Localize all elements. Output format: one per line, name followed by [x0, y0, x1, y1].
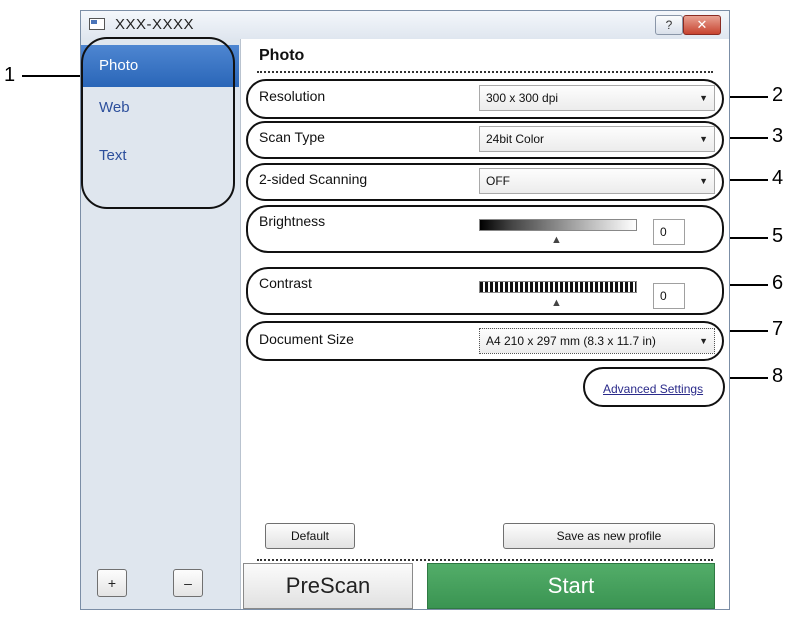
callout-highlight-1 [81, 37, 235, 209]
brightness-input[interactable]: 0 [653, 219, 685, 245]
callout-2: 2 [772, 84, 784, 106]
title-bar[interactable]: XXX-XXXX ? ✕ [81, 11, 729, 40]
contrast-input[interactable]: 0 [653, 283, 685, 309]
remove-profile-button[interactable]: – [173, 569, 203, 597]
chevron-down-icon: ▼ [699, 134, 708, 144]
chevron-down-icon: ▼ [699, 93, 708, 103]
close-icon: ✕ [696, 17, 708, 32]
callout-7: 7 [772, 318, 784, 340]
callout-3: 3 [772, 125, 784, 147]
settings-panel: Photo Resolution 300 x 300 dpi ▼ Scan Ty… [241, 39, 729, 609]
callout-line-1 [22, 75, 84, 77]
contrast-slider[interactable] [479, 281, 637, 293]
bottom-divider [257, 559, 713, 561]
add-profile-button[interactable]: + [97, 569, 127, 597]
chevron-down-icon: ▼ [699, 336, 708, 346]
callout-1: 1 [4, 64, 16, 86]
chevron-down-icon: ▼ [699, 176, 708, 186]
callout-6: 6 [772, 272, 784, 294]
help-button[interactable]: ? [655, 15, 683, 35]
brightness-label: Brightness [259, 213, 326, 229]
document-size-select[interactable]: A4 210 x 297 mm (8.3 x 11.7 in) ▼ [479, 328, 715, 354]
callout-8: 8 [772, 365, 784, 387]
resolution-value: 300 x 300 dpi [486, 91, 559, 105]
close-button[interactable]: ✕ [683, 15, 721, 35]
title-divider [257, 71, 713, 73]
two-sided-label: 2-sided Scanning [259, 171, 368, 187]
brightness-slider[interactable] [479, 219, 637, 231]
document-size-value: A4 210 x 297 mm (8.3 x 11.7 in) [486, 334, 656, 348]
advanced-settings-link[interactable]: Advanced Settings [603, 382, 703, 396]
brightness-slider-thumb[interactable]: ▲ [551, 234, 562, 246]
callout-5: 5 [772, 225, 784, 247]
app-icon [89, 18, 105, 30]
two-sided-select[interactable]: OFF ▼ [479, 168, 715, 194]
window-title: XXX-XXXX [115, 16, 195, 33]
scanner-window: XXX-XXXX ? ✕ Photo Web Text + – Photo Re… [80, 10, 730, 610]
scan-type-select[interactable]: 24bit Color ▼ [479, 126, 715, 152]
resolution-select[interactable]: 300 x 300 dpi ▼ [479, 85, 715, 111]
profile-sidebar: Photo Web Text + – [81, 37, 241, 609]
resolution-label: Resolution [259, 88, 326, 104]
contrast-slider-thumb[interactable]: ▲ [551, 297, 562, 309]
default-button[interactable]: Default [265, 523, 355, 549]
prescan-button[interactable]: PreScan [243, 563, 413, 609]
scan-type-value: 24bit Color [486, 132, 545, 146]
page-title: Photo [259, 47, 305, 64]
two-sided-value: OFF [486, 174, 510, 188]
contrast-label: Contrast [259, 275, 312, 291]
start-button[interactable]: Start [427, 563, 715, 609]
scan-type-label: Scan Type [259, 129, 325, 145]
document-size-label: Document Size [259, 331, 354, 347]
callout-4: 4 [772, 167, 784, 189]
save-profile-button[interactable]: Save as new profile [503, 523, 715, 549]
